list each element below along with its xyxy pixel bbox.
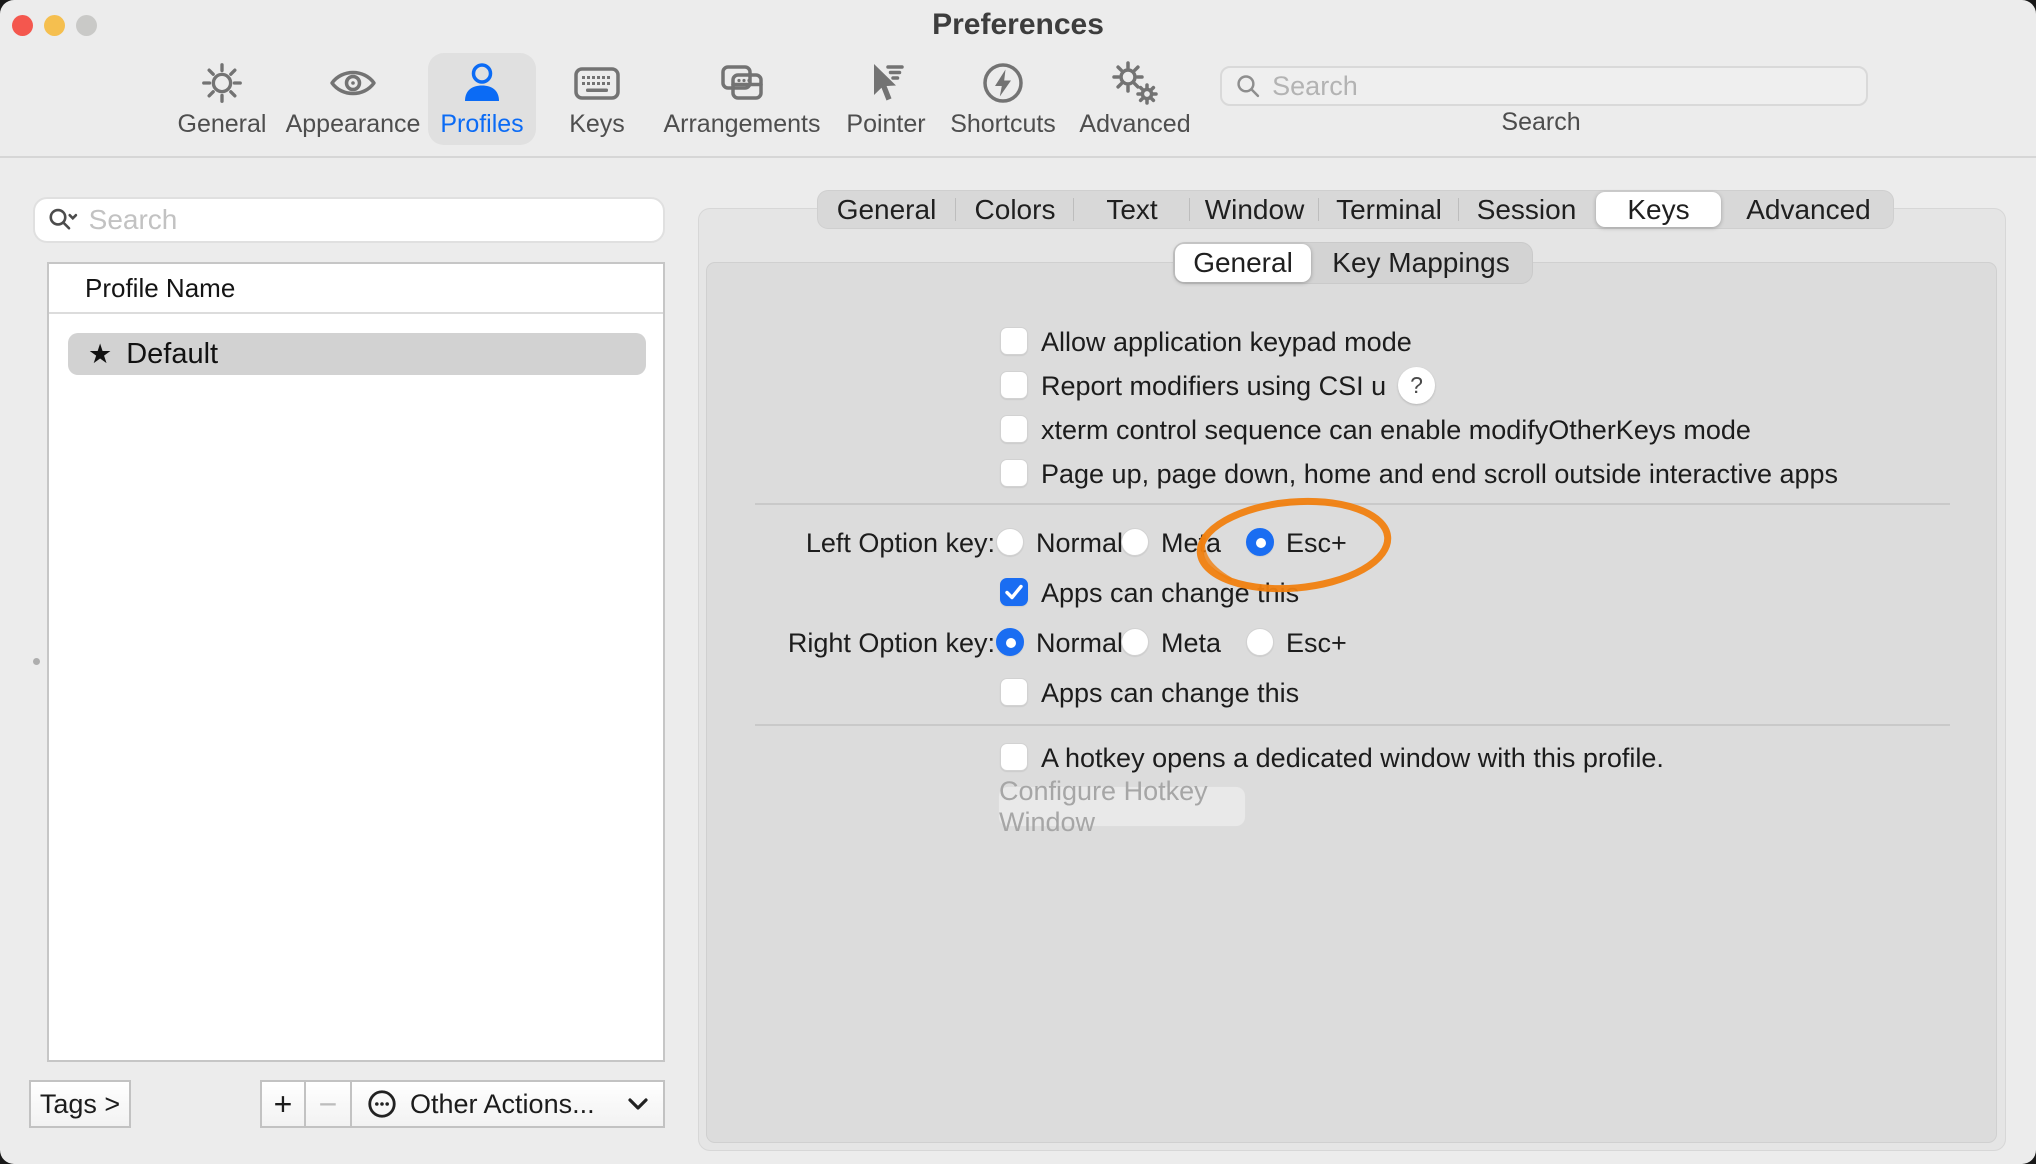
checkbox-right-apps-change[interactable] xyxy=(1000,678,1028,706)
lightning-icon xyxy=(980,60,1026,106)
tab-terminal[interactable]: Terminal xyxy=(1319,190,1459,229)
toolbar-item-profiles[interactable]: Profiles xyxy=(428,53,536,145)
radio-left-meta[interactable] xyxy=(1121,528,1149,556)
divider xyxy=(755,503,1950,505)
add-profile-button[interactable]: + xyxy=(260,1080,306,1128)
toolbar-item-pointer[interactable]: Pointer xyxy=(832,53,940,145)
toolbar-item-general[interactable]: General xyxy=(168,53,276,145)
toolbar-item-keys[interactable]: Keys xyxy=(543,53,651,145)
profile-list: Profile Name ★ Default xyxy=(47,262,665,1062)
configure-hotkey-window-button: Configure Hotkey Window xyxy=(998,786,1246,827)
radio-left-esc[interactable] xyxy=(1246,528,1274,556)
radio-label: Meta xyxy=(1161,528,1221,558)
other-actions-dropdown[interactable]: Other Actions... xyxy=(352,1080,665,1128)
windows-icon xyxy=(718,60,766,106)
gear-icon xyxy=(199,60,245,106)
checkbox-label: Allow application keypad mode xyxy=(1041,327,1412,357)
checkbox-modify-other-keys[interactable] xyxy=(1000,415,1028,443)
toolbar-item-shortcuts[interactable]: Shortcuts xyxy=(949,53,1057,145)
checkbox-left-apps-change[interactable] xyxy=(1000,578,1028,606)
star-icon: ★ xyxy=(88,339,112,370)
radio-right-esc[interactable] xyxy=(1246,628,1274,656)
window-title: Preferences xyxy=(0,8,2036,42)
checkbox-label: A hotkey opens a dedicated window with t… xyxy=(1041,743,1664,773)
profile-search-field[interactable] xyxy=(33,197,665,243)
toolbar-divider xyxy=(0,156,2036,158)
ellipsis-circle-icon xyxy=(366,1088,398,1120)
person-icon xyxy=(459,60,505,106)
toolbar-label: Pointer xyxy=(846,111,925,137)
checkbox-csi-u[interactable] xyxy=(1000,371,1028,399)
checkbox-label: Apps can change this xyxy=(1041,678,1299,708)
subtab-key-mappings[interactable]: Key Mappings xyxy=(1313,242,1529,284)
gears-icon xyxy=(1110,60,1160,106)
toolbar-label: Arrangements xyxy=(663,111,820,137)
keyboard-icon xyxy=(573,60,621,106)
radio-right-normal[interactable] xyxy=(996,628,1024,656)
left-option-key-label: Left Option key: xyxy=(700,528,995,559)
profile-search-input[interactable] xyxy=(89,204,651,236)
radio-label: Esc+ xyxy=(1286,628,1347,658)
toolbar-label: Advanced xyxy=(1079,111,1190,137)
preferences-window: Preferences General Appearance Profiles xyxy=(0,0,2036,1164)
profile-section-tabs: General Colors Text Window Terminal Sess… xyxy=(817,190,1894,229)
other-actions-label: Other Actions... xyxy=(410,1089,595,1120)
toolbar-search-label: Search xyxy=(1501,108,1580,137)
remove-profile-button: − xyxy=(306,1080,352,1128)
tab-general[interactable]: General xyxy=(817,190,956,229)
profile-action-buttons: + − Other Actions... xyxy=(260,1080,665,1128)
toolbar-item-appearance[interactable]: Appearance xyxy=(299,53,407,145)
profile-name: Default xyxy=(126,338,218,371)
tab-advanced[interactable]: Advanced xyxy=(1723,190,1894,229)
profile-list-header: Profile Name xyxy=(49,264,663,314)
toolbar-label: Keys xyxy=(569,111,625,137)
checkbox-label: xterm control sequence can enable modify… xyxy=(1041,415,1751,445)
right-option-key-label: Right Option key: xyxy=(700,628,995,659)
keys-subtabs: General Key Mappings xyxy=(1173,242,1533,284)
divider xyxy=(755,724,1950,726)
subtab-general[interactable]: General xyxy=(1175,244,1311,282)
toolbar-label: Shortcuts xyxy=(950,111,1056,137)
toolbar-search-input[interactable] xyxy=(1272,71,1854,102)
radio-label: Esc+ xyxy=(1286,528,1347,558)
checkbox-label: Page up, page down, home and end scroll … xyxy=(1041,459,1838,489)
edge-dot xyxy=(33,658,40,665)
checkmark-icon xyxy=(1004,583,1024,601)
tab-text[interactable]: Text xyxy=(1074,190,1190,229)
toolbar-label: Profiles xyxy=(440,111,523,137)
tags-button[interactable]: Tags > xyxy=(29,1080,131,1128)
radio-left-normal[interactable] xyxy=(996,528,1024,556)
checkbox-label: Apps can change this xyxy=(1041,578,1299,608)
chevron-down-icon xyxy=(627,1097,649,1111)
toolbar-item-arrangements[interactable]: Arrangements xyxy=(688,53,796,145)
tab-colors[interactable]: Colors xyxy=(956,190,1074,229)
radio-right-meta[interactable] xyxy=(1121,628,1149,656)
checkbox-label: Report modifiers using CSI u xyxy=(1041,371,1386,401)
help-button[interactable]: ? xyxy=(1398,367,1435,404)
radio-label: Normal xyxy=(1036,528,1123,558)
checkbox-page-scroll[interactable] xyxy=(1000,459,1028,487)
cursor-icon xyxy=(863,60,909,106)
radio-label: Normal xyxy=(1036,628,1123,658)
toolbar-label: Appearance xyxy=(286,111,421,137)
eye-icon xyxy=(329,60,377,106)
tab-session[interactable]: Session xyxy=(1459,190,1594,229)
toolbar-item-advanced[interactable]: Advanced xyxy=(1081,53,1189,145)
radio-label: Meta xyxy=(1161,628,1221,658)
search-icon xyxy=(1234,71,1262,101)
checkbox-hotkey-window[interactable] xyxy=(1000,743,1028,771)
tab-keys[interactable]: Keys xyxy=(1596,192,1721,227)
search-filter-icon xyxy=(47,205,79,235)
tab-window[interactable]: Window xyxy=(1190,190,1319,229)
checkbox-keypad-mode[interactable] xyxy=(1000,327,1028,355)
profile-row-default[interactable]: ★ Default xyxy=(68,333,646,375)
toolbar-label: General xyxy=(178,111,267,137)
toolbar-search-field[interactable] xyxy=(1220,66,1868,106)
